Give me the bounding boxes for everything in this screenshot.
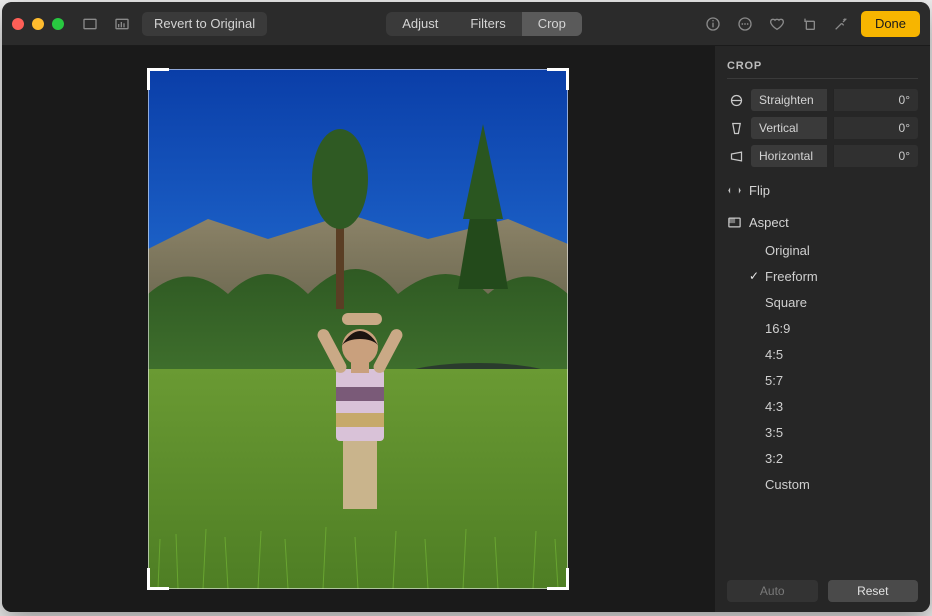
info-icon[interactable] bbox=[701, 12, 725, 36]
revert-to-original-button[interactable]: Revert to Original bbox=[142, 12, 267, 36]
more-icon[interactable] bbox=[733, 12, 757, 36]
panel-title: CROP bbox=[727, 60, 918, 79]
zoom-to-fit-icon[interactable] bbox=[78, 12, 102, 36]
auto-button[interactable]: Auto bbox=[727, 580, 818, 602]
panel-footer: Auto Reset bbox=[727, 572, 918, 602]
crop-handle-top-right[interactable] bbox=[547, 68, 569, 90]
aspect-freeform[interactable]: ✓Freeform bbox=[733, 263, 918, 289]
aspect-16-9[interactable]: 16:9 bbox=[733, 315, 918, 341]
horizontal-value[interactable]: 0° bbox=[833, 145, 918, 167]
horizontal-row[interactable]: Horizontal 0° bbox=[727, 143, 918, 169]
crop-edge-right[interactable] bbox=[567, 69, 568, 589]
aspect-4-5[interactable]: 4:5 bbox=[733, 341, 918, 367]
straighten-value[interactable]: 0° bbox=[833, 89, 918, 111]
auto-enhance-icon[interactable] bbox=[829, 12, 853, 36]
aspect-header[interactable]: Aspect bbox=[727, 209, 918, 235]
crop-edge-bottom[interactable] bbox=[148, 588, 568, 589]
rotate-icon[interactable] bbox=[797, 12, 821, 36]
window-controls bbox=[12, 18, 64, 30]
straighten-label: Straighten bbox=[751, 89, 827, 111]
flip-label: Flip bbox=[749, 183, 770, 198]
crop-handle-top-left[interactable] bbox=[147, 68, 169, 90]
aspect-label: Aspect bbox=[749, 215, 789, 230]
vertical-value[interactable]: 0° bbox=[833, 117, 918, 139]
edit-mode-tabs: Adjust Filters Crop bbox=[386, 12, 582, 36]
aspect-5-7[interactable]: 5:7 bbox=[733, 367, 918, 393]
done-button[interactable]: Done bbox=[861, 11, 920, 37]
vertical-row[interactable]: Vertical 0° bbox=[727, 115, 918, 141]
tab-filters[interactable]: Filters bbox=[454, 12, 521, 36]
flip-button[interactable]: Flip bbox=[727, 177, 918, 203]
crop-edge-left[interactable] bbox=[148, 69, 149, 589]
tab-crop[interactable]: Crop bbox=[522, 12, 582, 36]
toolbar: Revert to Original Adjust Filters Crop D… bbox=[2, 2, 930, 46]
reset-button[interactable]: Reset bbox=[828, 580, 919, 602]
favorite-icon[interactable] bbox=[765, 12, 789, 36]
horizontal-label: Horizontal bbox=[751, 145, 827, 167]
crop-handle-bottom-left[interactable] bbox=[147, 568, 169, 590]
aspect-square[interactable]: Square bbox=[733, 289, 918, 315]
straighten-row[interactable]: Straighten 0° bbox=[727, 87, 918, 113]
vertical-label: Vertical bbox=[751, 117, 827, 139]
aspect-icon bbox=[727, 215, 742, 230]
crop-edge-top[interactable] bbox=[148, 69, 568, 70]
crop-frame[interactable] bbox=[148, 69, 568, 589]
aspect-3-2[interactable]: 3:2 bbox=[733, 445, 918, 471]
zoom-window-button[interactable] bbox=[52, 18, 64, 30]
aspect-3-5[interactable]: 3:5 bbox=[733, 419, 918, 445]
photo-canvas[interactable] bbox=[2, 46, 714, 612]
editor-window: Revert to Original Adjust Filters Crop D… bbox=[2, 2, 930, 612]
content-area: CROP Straighten 0° Vertical 0° Hori bbox=[2, 46, 930, 612]
aspect-list: Original ✓Freeform Square 16:9 4:5 5:7 4… bbox=[733, 237, 918, 497]
vertical-perspective-icon bbox=[727, 121, 745, 136]
close-window-button[interactable] bbox=[12, 18, 24, 30]
photo-image bbox=[148, 69, 568, 589]
histogram-icon[interactable] bbox=[110, 12, 134, 36]
straighten-icon bbox=[727, 93, 745, 108]
tab-adjust[interactable]: Adjust bbox=[386, 12, 454, 36]
minimize-window-button[interactable] bbox=[32, 18, 44, 30]
aspect-original[interactable]: Original bbox=[733, 237, 918, 263]
aspect-4-3[interactable]: 4:3 bbox=[733, 393, 918, 419]
flip-icon bbox=[727, 183, 742, 198]
horizontal-perspective-icon bbox=[727, 149, 745, 164]
crop-handle-bottom-right[interactable] bbox=[547, 568, 569, 590]
aspect-custom[interactable]: Custom bbox=[733, 471, 918, 497]
crop-panel: CROP Straighten 0° Vertical 0° Hori bbox=[714, 46, 930, 612]
